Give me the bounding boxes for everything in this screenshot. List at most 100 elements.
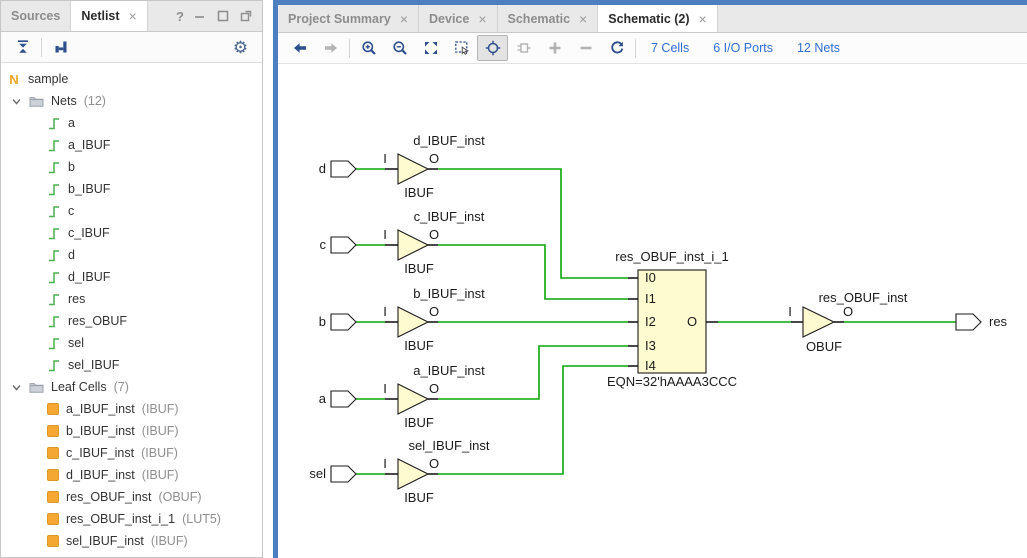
tree-net-res[interactable]: res <box>1 288 262 310</box>
tab-project-summary[interactable]: Project Summary× <box>278 5 419 32</box>
ibuf-symbol-d_IBUF_inst[interactable] <box>398 154 428 184</box>
tree-net-a[interactable]: a <box>1 112 262 134</box>
output-port-res[interactable] <box>956 314 981 330</box>
tree-cell-res-obuf-inst-i-1[interactable]: res_OBUF_inst_i_1(LUT5) <box>1 508 262 530</box>
count-6-i-o-ports[interactable]: 6 I/O Ports <box>713 41 773 55</box>
tree-cell-res-obuf-inst[interactable]: res_OBUF_inst(OBUF) <box>1 486 262 508</box>
zoom-in-button[interactable] <box>353 35 384 61</box>
item-type: (IBUF) <box>141 446 178 460</box>
tree-cell-c-ibuf-inst[interactable]: c_IBUF_inst(IBUF) <box>1 442 262 464</box>
close-icon[interactable]: × <box>129 9 137 23</box>
tab-device[interactable]: Device× <box>419 5 498 32</box>
count-12-nets[interactable]: 12 Nets <box>797 41 840 55</box>
input-port-sel[interactable] <box>331 466 356 482</box>
item-name: b_IBUF <box>68 182 110 196</box>
scroll-to-button[interactable] <box>45 34 76 60</box>
input-port-d[interactable] <box>331 161 356 177</box>
schematic-panel: Project Summary×Device×Schematic×Schemat… <box>273 0 1027 558</box>
settings-button[interactable]: ⚙ <box>225 34 256 60</box>
regenerate-button[interactable] <box>601 35 632 61</box>
tree-cell-sel-ibuf-inst[interactable]: sel_IBUF_inst(IBUF) <box>1 530 262 552</box>
tree-net-b-ibuf[interactable]: b_IBUF <box>1 178 262 200</box>
tree-cell-a-ibuf-inst[interactable]: a_IBUF_inst(IBUF) <box>1 398 262 420</box>
collapse-all-button[interactable] <box>7 34 38 60</box>
chevron-down-icon[interactable] <box>11 96 22 107</box>
tree-net-c[interactable]: c <box>1 200 262 222</box>
zoom-fit-button[interactable] <box>415 35 446 61</box>
chevron-down-icon[interactable] <box>11 382 22 393</box>
lut-pin-out: O <box>687 314 697 329</box>
net-icon <box>47 226 61 241</box>
ibuf-symbol-c_IBUF_inst[interactable] <box>398 230 428 260</box>
ibuf-stage-d[interactable]: dIOd_IBUF_instIBUF <box>319 133 628 278</box>
panel-divider[interactable] <box>263 0 273 558</box>
cell-type-label: IBUF <box>404 185 434 200</box>
input-port-c[interactable] <box>331 237 356 253</box>
close-icon[interactable]: × <box>699 12 707 26</box>
ibuf-stage-a[interactable]: aIOa_IBUF_instIBUF <box>319 346 628 430</box>
net-icon <box>47 270 61 285</box>
tab-sources[interactable]: Sources <box>1 1 71 31</box>
input-port-b[interactable] <box>331 314 356 330</box>
maximize-icon[interactable] <box>216 9 230 23</box>
item-type: (OBUF) <box>158 490 201 504</box>
net-icon <box>47 138 61 153</box>
cell-type-label: IBUF <box>404 490 434 505</box>
zoom-out-button[interactable] <box>384 35 415 61</box>
close-icon[interactable]: × <box>400 12 408 26</box>
tree-cell-b-ibuf-inst[interactable]: b_IBUF_inst(IBUF) <box>1 420 262 442</box>
ibuf-symbol-a_IBUF_inst[interactable] <box>398 384 428 414</box>
obuf-stage-res[interactable]: IOres_OBUF_instOBUFres <box>788 290 1007 354</box>
instance-label: res_OBUF_inst <box>819 290 908 305</box>
expand-plus-button <box>539 35 570 61</box>
tree-root-sample[interactable]: Nsample <box>1 68 262 90</box>
ibuf-symbol-b_IBUF_inst[interactable] <box>398 307 428 337</box>
pin-label-out: O <box>429 227 439 242</box>
help-icon[interactable]: ? <box>176 9 184 24</box>
back-button[interactable] <box>284 35 315 61</box>
tree-net-sel-ibuf[interactable]: sel_IBUF <box>1 354 262 376</box>
net-icon <box>47 160 61 175</box>
item-name: res <box>68 292 85 306</box>
tree-net-sel[interactable]: sel <box>1 332 262 354</box>
tab-netlist[interactable]: Netlist× <box>71 1 147 31</box>
schematic-canvas[interactable]: dIOd_IBUF_instIBUFcIOc_IBUF_instIBUFbIOb… <box>278 64 1027 558</box>
ibuf-stage-sel[interactable]: selIOsel_IBUF_instIBUF <box>309 366 628 505</box>
count-7-cells[interactable]: 7 Cells <box>651 41 689 55</box>
item-name: res_OBUF <box>68 314 127 328</box>
close-icon[interactable]: × <box>579 12 587 26</box>
input-port-a[interactable] <box>331 391 356 407</box>
tab-schematic[interactable]: Schematic× <box>498 5 599 32</box>
cell-icon <box>47 535 59 547</box>
ibuf-stage-b[interactable]: bIOb_IBUF_instIBUF <box>319 286 628 353</box>
tree-net-d[interactable]: d <box>1 244 262 266</box>
cell-icon <box>47 469 59 481</box>
lut5-res_OBUF_inst_i_1[interactable]: I0I1I2I3I4Ores_OBUF_inst_i_1EQN=32'hAAAA… <box>607 249 791 389</box>
obuf-symbol-res_OBUF_inst[interactable] <box>803 307 834 337</box>
zoom-selection-button[interactable] <box>446 35 477 61</box>
instance-label: c_IBUF_inst <box>414 209 485 224</box>
pin-label-out: O <box>429 151 439 166</box>
ibuf-symbol-sel_IBUF_inst[interactable] <box>398 459 428 489</box>
tree-net-b[interactable]: b <box>1 156 262 178</box>
tree-net-d-ibuf[interactable]: d_IBUF <box>1 266 262 288</box>
float-icon[interactable] <box>239 9 253 23</box>
tree-cell-d-ibuf-inst[interactable]: d_IBUF_inst(IBUF) <box>1 464 262 486</box>
minimize-icon[interactable] <box>193 9 207 23</box>
tree-section-nets[interactable]: Nets(12) <box>1 90 262 112</box>
tree-net-a-ibuf[interactable]: a_IBUF <box>1 134 262 156</box>
netlist-panel: SourcesNetlist×? ⚙ NsampleNets(12)aa_IBU… <box>0 0 263 558</box>
tab-label: Schematic (2) <box>608 12 689 26</box>
tab-schematic-2[interactable]: Schematic (2) × <box>598 5 717 32</box>
item-type: (IBUF) <box>142 468 179 482</box>
tree-section-leaf-cells[interactable]: Leaf Cells(7) <box>1 376 262 398</box>
autofit-selection-button[interactable] <box>477 35 508 61</box>
net-icon <box>47 204 61 219</box>
section-label: Nets <box>51 94 77 108</box>
tree-net-c-ibuf[interactable]: c_IBUF <box>1 222 262 244</box>
pin-label-in: I <box>383 151 387 166</box>
close-icon[interactable]: × <box>478 12 486 26</box>
port-label-d: d <box>319 161 326 176</box>
schematic-drawing[interactable]: dIOd_IBUF_instIBUFcIOc_IBUF_instIBUFbIOb… <box>278 64 1027 558</box>
tree-net-res-obuf[interactable]: res_OBUF <box>1 310 262 332</box>
